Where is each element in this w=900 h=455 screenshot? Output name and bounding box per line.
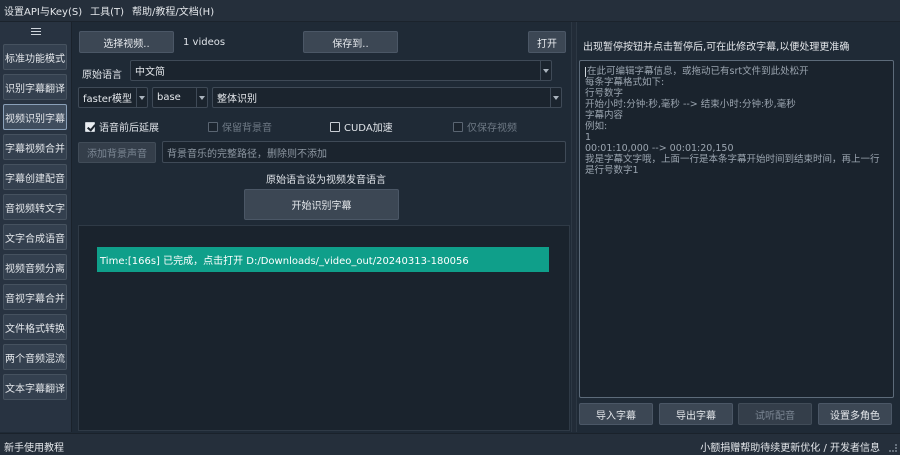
model-size-value: base <box>157 92 181 103</box>
menu-help[interactable]: 帮助/教程/文档(H) <box>132 3 214 18</box>
keep-bg-checkbox[interactable]: 保留背景音 <box>208 119 272 134</box>
nav-subtitle-video-merge[interactable]: 字幕视频合并 <box>3 134 67 160</box>
model-type-value: faster模型 <box>83 94 133 105</box>
editor-placeholder-line: 我是字幕文字哦，上面一行是本条字幕开始时间到结束时间，再上一行是行号数字1 <box>585 154 880 176</box>
menu-tools[interactable]: 工具(T) <box>90 3 124 18</box>
save-video-only-label: 仅保存视频 <box>467 123 517 134</box>
checkbox-icon <box>453 121 463 132</box>
nav-format-convert[interactable]: 文件格式转换 <box>3 314 67 340</box>
chevron-down-icon <box>540 61 551 80</box>
beginner-tutorial-link[interactable]: 新手使用教程 <box>4 439 64 454</box>
keep-bg-label: 保留背景音 <box>222 123 272 134</box>
start-recognition-button[interactable]: 开始识别字幕 <box>244 189 399 220</box>
nav-subtitle-dubbing[interactable]: 字幕创建配音 <box>3 164 67 190</box>
pad-speech-label: 语音前后延展 <box>99 123 159 134</box>
chevron-down-icon <box>136 88 147 107</box>
pad-speech-checkbox[interactable]: 语音前后延展 <box>85 119 159 134</box>
checkbox-icon <box>330 121 340 132</box>
cuda-checkbox[interactable]: CUDA加速 <box>330 119 393 134</box>
nav-av-to-text[interactable]: 音视频转文字 <box>3 194 67 220</box>
nav-audio-mix[interactable]: 两个音频混流 <box>3 344 67 370</box>
bg-audio-path-input[interactable]: 背景音乐的完整路径，删除则不添加 <box>162 141 566 163</box>
select-video-button[interactable]: 选择视频.. <box>79 31 174 53</box>
nav-text-to-speech[interactable]: 文字合成语音 <box>3 224 67 250</box>
donate-developer-info-link[interactable]: 小额捐赠帮助待续更新优化 / 开发者信息 <box>700 439 880 454</box>
model-size-select[interactable]: base <box>152 87 208 108</box>
open-button[interactable]: 打开 <box>528 31 566 53</box>
nav-av-subtitle-merge[interactable]: 音视字幕合并 <box>3 284 67 310</box>
text-caret <box>585 66 586 77</box>
save-video-only-checkbox[interactable]: 仅保存视频 <box>453 119 517 134</box>
source-language-select[interactable]: 中文简 <box>130 60 552 81</box>
left-sidebar: 标准功能模式 识别字幕翻译 视频识别字幕 字幕视频合并 字幕创建配音 音视频转文… <box>0 22 72 432</box>
video-count-label: 1 videos <box>183 37 226 48</box>
editor-placeholder-line: 00:01:10,000 --> 00:01:20,150 <box>585 143 734 154</box>
save-to-button[interactable]: 保存到.. <box>303 31 398 53</box>
export-subtitles-button[interactable]: 导出字幕 <box>659 403 733 425</box>
editor-placeholder-line: 在此可编辑字幕信息，或拖动已有srt文件到此处松开 <box>587 66 809 77</box>
resize-grip-icon[interactable] <box>889 444 897 452</box>
menu-bar: 设置API与Key(S) 工具(T) 帮助/教程/文档(H) <box>0 0 900 22</box>
recognition-mode-value: 整体识别 <box>217 94 257 105</box>
nav-text-subtitle-translate[interactable]: 文本字幕翻译 <box>3 374 67 400</box>
source-language-value: 中文简 <box>135 67 165 78</box>
nav-standard-mode[interactable]: 标准功能模式 <box>3 44 67 70</box>
model-type-select[interactable]: faster模型 <box>78 87 148 108</box>
editor-placeholder-line: 行号数字 <box>585 88 624 99</box>
center-panel: 选择视频.. 1 videos 保存到.. 打开 原始语言 中文简 faster… <box>73 22 570 432</box>
import-subtitles-button[interactable]: 导入字幕 <box>579 403 653 425</box>
log-area: Time:[166s] 已完成，点击打开 D:/Downloads/_video… <box>78 225 570 431</box>
menu-settings-api[interactable]: 设置API与Key(S) <box>4 3 82 18</box>
recognition-mode-select[interactable]: 整体识别 <box>212 87 562 108</box>
hamburger-icon <box>30 27 41 35</box>
right-panel: 出现暂停按钮并点击暂停后,可在此修改字幕,以便处理更准确 在此可编辑字幕信息，或… <box>577 22 900 432</box>
add-bg-audio-button[interactable]: 添加背景声音 <box>78 142 156 163</box>
checkbox-icon <box>208 121 218 132</box>
subtitle-editor[interactable]: 在此可编辑字幕信息，或拖动已有srt文件到此处松开 每条字幕格式如下: 行号数字… <box>579 60 894 398</box>
chevron-down-icon <box>196 88 207 107</box>
set-multi-role-button[interactable]: 设置多角色 <box>818 403 892 425</box>
editor-placeholder-line: 1 <box>585 132 592 143</box>
source-language-label: 原始语言 <box>82 70 122 81</box>
preview-dubbing-button[interactable]: 试听配音 <box>738 403 812 425</box>
subtitle-editor-title: 出现暂停按钮并点击暂停后,可在此修改字幕,以便处理更准确 <box>583 42 850 53</box>
nav-av-separate[interactable]: 视频音频分离 <box>3 254 67 280</box>
completion-message[interactable]: Time:[166s] 已完成，点击打开 D:/Downloads/_video… <box>97 247 549 272</box>
editor-placeholder-line: 每条字幕格式如下: <box>585 77 665 88</box>
editor-placeholder-line: 字幕内容 <box>585 110 624 121</box>
cuda-label: CUDA加速 <box>344 123 393 134</box>
checkbox-checked-icon <box>85 121 95 132</box>
hint-text: 原始语言设为视频发音语言 <box>266 175 386 186</box>
chevron-down-icon <box>550 88 561 107</box>
editor-placeholder-line: 开始小时:分钟:秒,毫秒 --> 结束小时:分钟:秒,毫秒 <box>585 99 796 110</box>
status-bar: 新手使用教程 小额捐赠帮助待续更新优化 / 开发者信息 <box>0 433 900 455</box>
nav-recognize-translate[interactable]: 识别字幕翻译 <box>3 74 67 100</box>
sidebar-toggle-button[interactable] <box>0 22 71 40</box>
nav-video-recognize-subtitles[interactable]: 视频识别字幕 <box>3 104 67 130</box>
editor-placeholder-line: 例如: <box>585 121 608 132</box>
